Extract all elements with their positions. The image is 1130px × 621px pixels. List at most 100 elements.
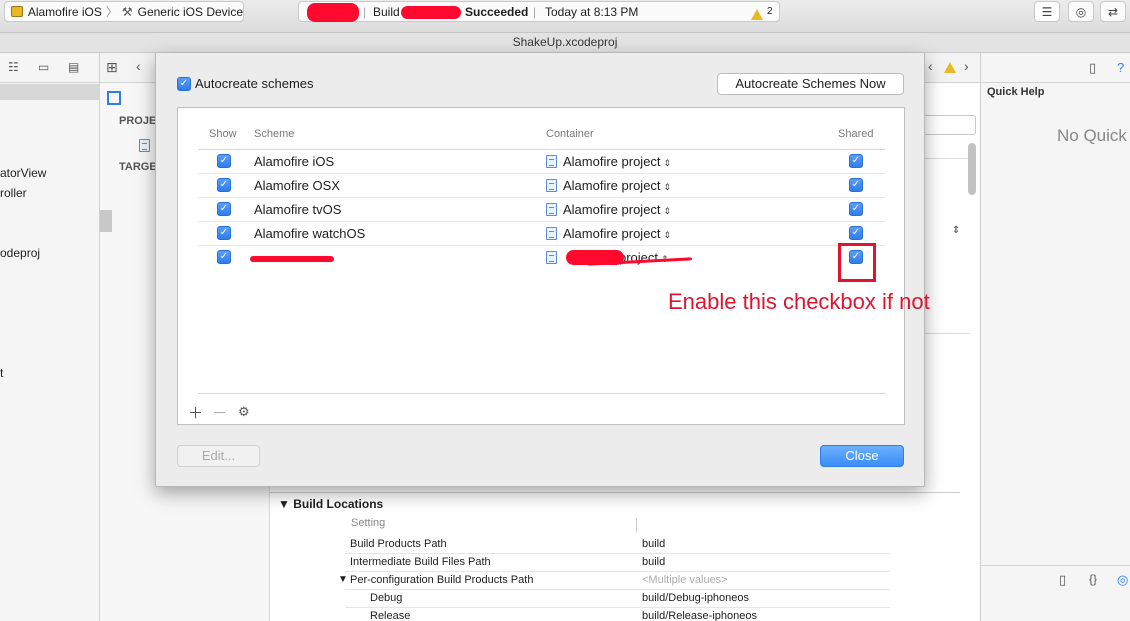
setting-name: Build Products Path <box>350 538 447 550</box>
show-checkbox[interactable]: ✓ <box>217 250 231 264</box>
setting-value[interactable]: build/Debug-iphoneos <box>642 592 749 604</box>
updown-chevron-icon: ⇕ <box>663 206 672 216</box>
table-row[interactable]: ▼ Per-configuration Build Products Path … <box>338 572 890 590</box>
scheme-row[interactable]: ✓ Alamofire OSX Alamofire project ⇕ ✓ <box>198 174 885 198</box>
show-checkbox[interactable]: ✓ <box>217 226 231 240</box>
file-template-icon[interactable]: ▯ <box>1059 572 1066 588</box>
setting-name: Debug <box>370 592 403 604</box>
show-checkbox[interactable]: ✓ <box>217 154 231 168</box>
comment-icon[interactable]: ▤ <box>68 60 79 74</box>
manage-schemes-sheet: ✓ Autocreate schemes Autocreate Schemes … <box>155 53 925 487</box>
remove-scheme-button[interactable]: － <box>212 402 227 423</box>
gear-icon[interactable]: ⚙ <box>238 404 250 420</box>
shared-checkbox[interactable]: ✓ <box>849 226 863 240</box>
issue-back-icon[interactable]: ‹ <box>928 58 933 74</box>
column-header-show[interactable]: Show <box>209 128 237 140</box>
column-header-container[interactable]: Container <box>546 128 594 140</box>
scheme-row[interactable]: ✓ project⇕ ✓ <box>198 246 885 270</box>
show-checkbox[interactable]: ✓ <box>217 178 231 192</box>
toolbar: Alamofire iOS 〉 ⚒ Generic iOS Device | B… <box>0 0 1130 33</box>
chevron-right-icon: 〉 <box>105 5 118 19</box>
grid-icon[interactable]: ⊞ <box>106 59 118 76</box>
filter-field[interactable] <box>920 115 976 135</box>
build-label: Build <box>373 5 400 19</box>
updown-chevron-icon: ⇕ <box>663 158 672 168</box>
container-popup[interactable]: Alamofire project ⇕ <box>546 154 671 169</box>
quick-help-title: Quick Help <box>987 86 1045 98</box>
scheme-name: Alamofire iOS <box>254 154 335 169</box>
scheme-row[interactable]: ✓ Alamofire iOS Alamofire project ⇕ ✓ <box>198 150 885 174</box>
shared-checkbox[interactable]: ✓ <box>849 202 863 216</box>
shared-checkbox[interactable]: ✓ <box>849 154 863 168</box>
object-library-icon[interactable]: ◎ <box>1117 572 1128 588</box>
setting-value[interactable]: <Multiple values> <box>642 574 728 586</box>
table-row[interactable]: Debug build/Debug-iphoneos <box>345 590 890 608</box>
scheme-selector[interactable]: Alamofire iOS 〉 ⚒ Generic iOS Device <box>4 1 244 22</box>
section-title[interactable]: ▼ Build Locations <box>278 497 383 511</box>
close-button[interactable]: Close <box>820 445 904 467</box>
show-checkbox[interactable]: ✓ <box>217 202 231 216</box>
scroll-thumb[interactable] <box>968 143 976 195</box>
scheme-name[interactable]: Alamofire iOS <box>28 5 102 19</box>
navigator-selection[interactable] <box>0 84 100 100</box>
back-arrow-icon[interactable]: ‹ <box>136 58 141 74</box>
redaction-mark <box>307 3 359 22</box>
setting-value[interactable]: build <box>642 538 665 550</box>
scheme-row[interactable]: ✓ Alamofire tvOS Alamofire project ⇕ ✓ <box>198 198 885 222</box>
sidebar-toggle-icon[interactable] <box>107 91 121 105</box>
tag-icon[interactable]: ▭ <box>38 60 49 74</box>
project-file-icon <box>546 251 557 264</box>
quick-help-icon[interactable]: ? <box>1117 60 1124 75</box>
container-popup[interactable]: Alamofire project ⇕ <box>546 226 671 241</box>
navigator-item[interactable]: roller <box>0 186 27 200</box>
container-popup[interactable]: Alamofire project ⇕ <box>546 178 671 193</box>
column-header-shared[interactable]: Shared <box>838 128 873 140</box>
project-file-icon[interactable] <box>139 139 150 152</box>
autocreate-now-button[interactable]: Autocreate Schemes Now <box>717 73 904 95</box>
table-row[interactable]: Release build/Release-iphoneos <box>345 608 890 621</box>
setting-value[interactable]: build <box>642 556 665 568</box>
edit-button[interactable]: Edit... <box>177 445 260 467</box>
assistant-editor-icon[interactable]: ◎ <box>1068 1 1094 22</box>
build-result: Succeeded <box>465 5 529 19</box>
inspector-tabs: ▯ ? <box>981 53 1130 83</box>
scheme-name: Alamofire watchOS <box>254 226 366 241</box>
footer-divider <box>198 393 885 394</box>
issue-forward-icon[interactable]: › <box>964 58 969 74</box>
setting-name: Release <box>370 610 411 621</box>
shared-checkbox[interactable]: ✓ <box>849 178 863 192</box>
scheme-row[interactable]: ✓ Alamofire watchOS Alamofire project ⇕ ✓ <box>198 222 885 246</box>
navigator-item[interactable]: t <box>0 366 3 380</box>
warning-icon[interactable] <box>944 61 956 75</box>
column-header-scheme[interactable]: Scheme <box>254 128 294 140</box>
list-icon[interactable]: ☷ <box>8 60 19 74</box>
annotation-highlight-box <box>838 243 876 282</box>
autocreate-checkbox[interactable]: ✓ <box>177 77 191 91</box>
quick-help-empty: No Quick <box>1057 126 1127 145</box>
navigator-item[interactable]: odeproj <box>0 246 40 260</box>
project-file-icon <box>546 227 557 240</box>
hammer-icon: ⚒ <box>121 4 133 19</box>
setting-name: Intermediate Build Files Path <box>350 556 491 568</box>
version-editor-icon[interactable]: ⇄ <box>1100 1 1126 22</box>
table-row[interactable]: Build Products Path build <box>345 536 890 554</box>
file-inspector-icon[interactable]: ▯ <box>1089 60 1096 76</box>
target-selection[interactable] <box>100 210 112 232</box>
updown-chevron-icon[interactable]: ⇕ <box>952 225 960 236</box>
build-locations-section: ▼ Build Locations Setting Build Products… <box>270 492 960 621</box>
warning-count[interactable]: 2 <box>767 6 773 17</box>
disclosure-triangle-icon[interactable]: ▼ <box>338 574 348 585</box>
table-row[interactable]: Intermediate Build Files Path build <box>345 554 890 572</box>
container-name: Alamofire project <box>563 226 661 241</box>
status-divider: | <box>533 5 537 19</box>
code-snippet-icon[interactable]: {} <box>1089 572 1097 586</box>
standard-editor-icon[interactable]: ☰ <box>1034 1 1060 22</box>
setting-value[interactable]: build/Release-iphoneos <box>642 610 757 621</box>
navigator-item[interactable]: atorView <box>0 166 46 180</box>
container-name: Alamofire project <box>563 202 661 217</box>
window-title: ShakeUp.xcodeproj <box>0 33 1130 53</box>
container-popup[interactable]: Alamofire project ⇕ <box>546 202 671 217</box>
updown-chevron-icon: ⇕ <box>663 182 672 192</box>
add-scheme-button[interactable]: ＋ <box>188 402 203 423</box>
device-name[interactable]: Generic iOS Device <box>138 5 243 19</box>
